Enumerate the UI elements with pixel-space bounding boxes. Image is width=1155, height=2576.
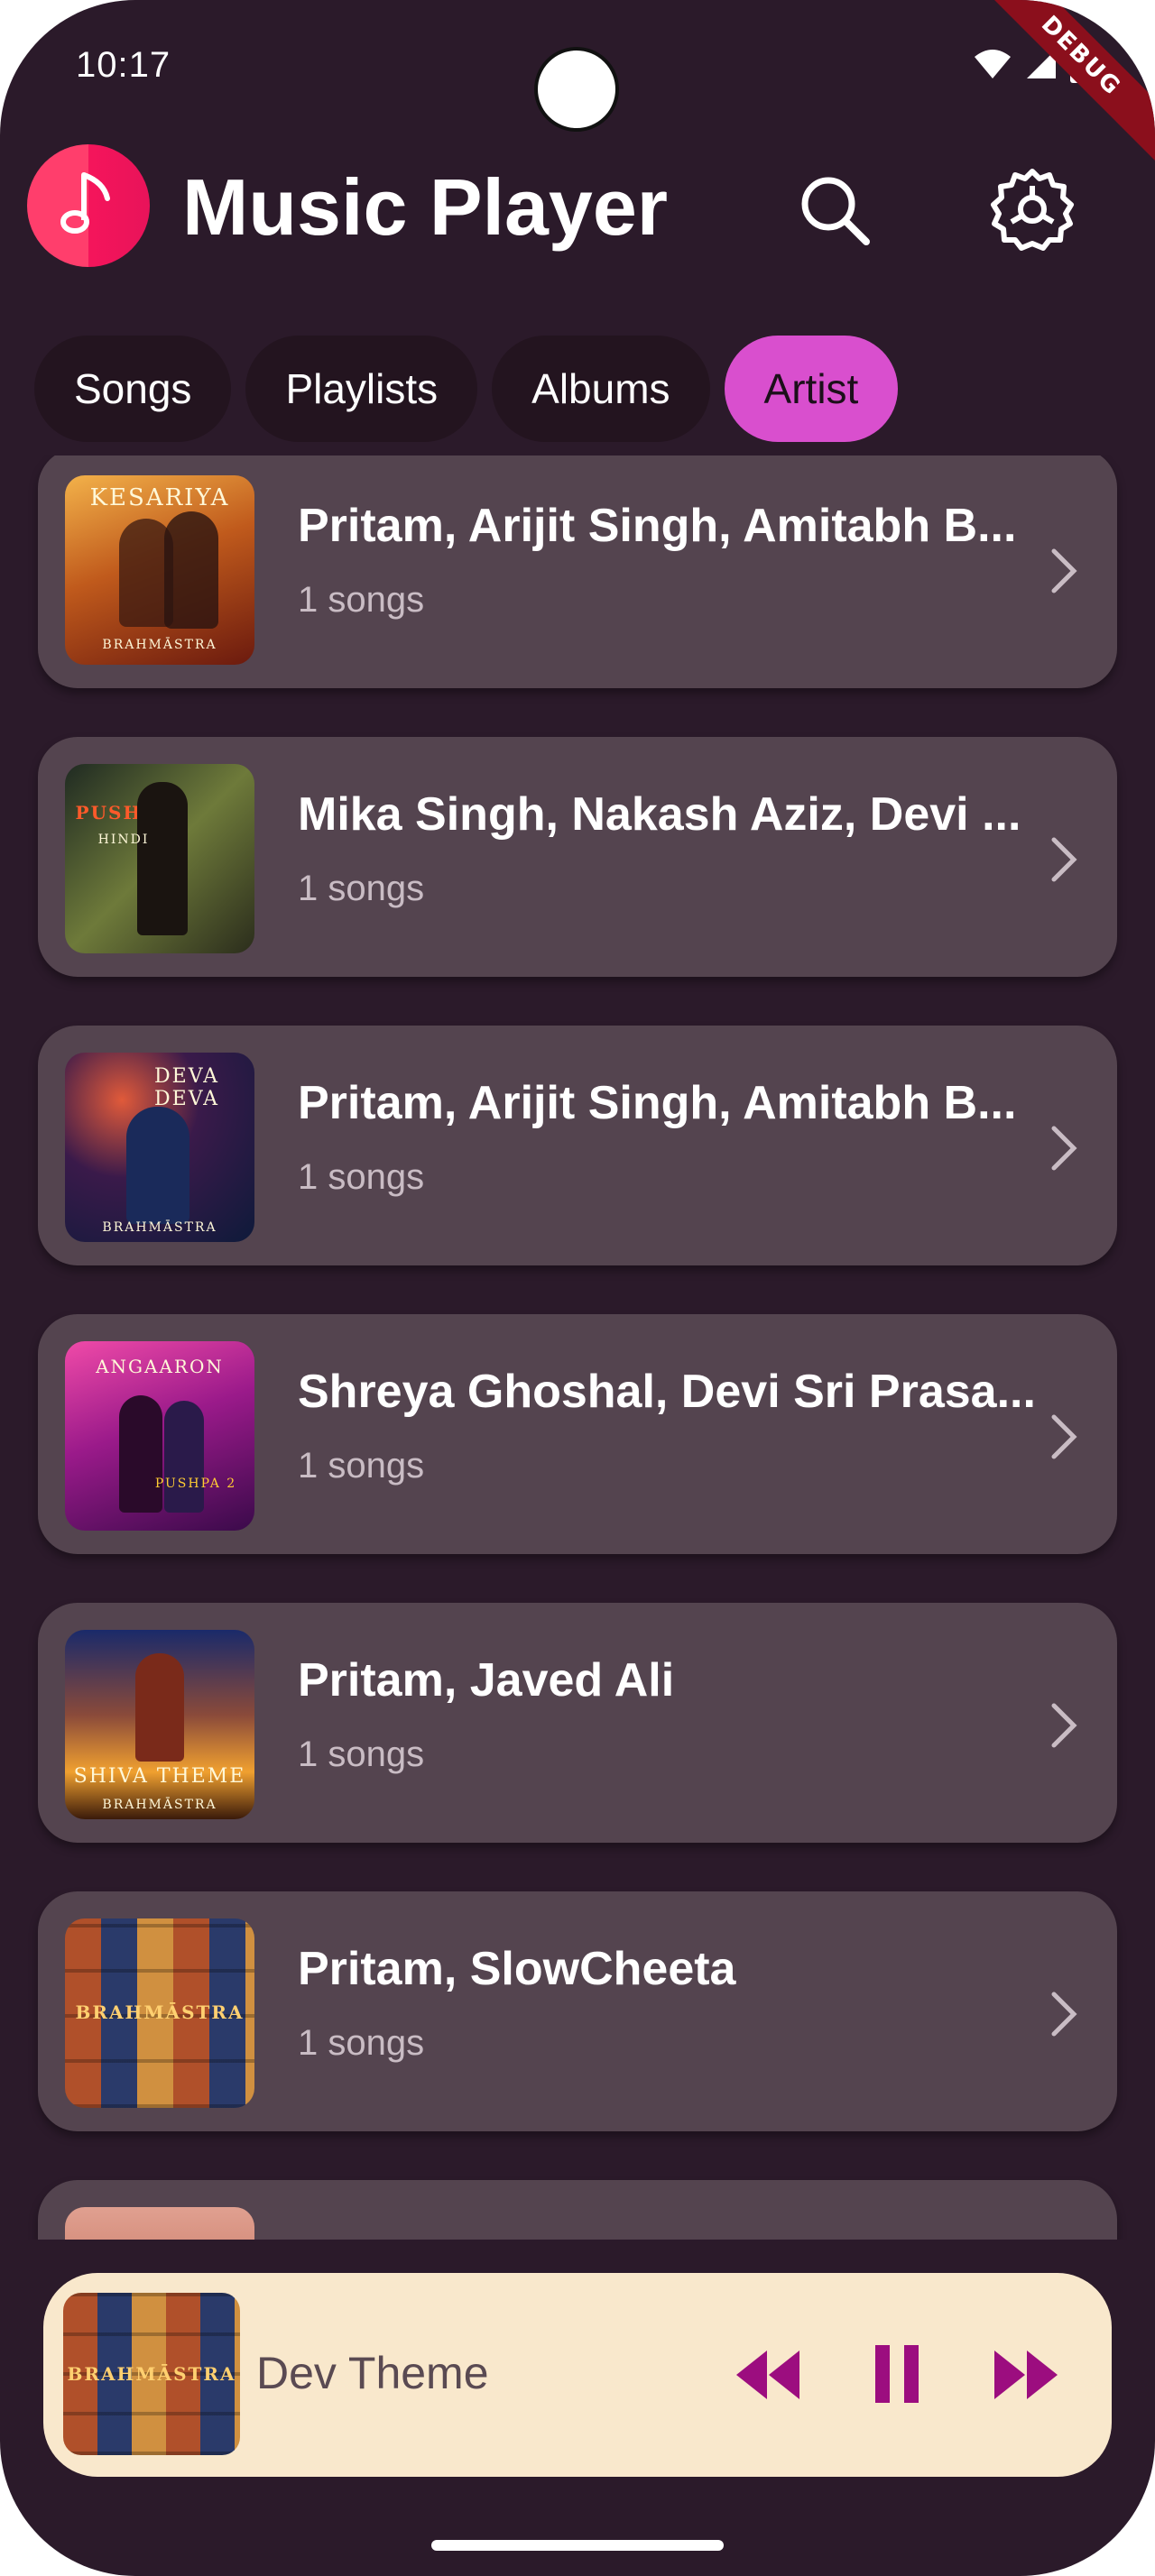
album-art: BRAHMĀSTRA: [65, 1918, 254, 2108]
song-count: 1 songs: [298, 1157, 425, 1197]
artist-list-item-partial[interactable]: [38, 2180, 1117, 2240]
tab-bar: Songs Playlists Albums Artist: [34, 336, 899, 442]
camera-cutout: [534, 47, 619, 132]
home-indicator[interactable]: [431, 2540, 724, 2551]
pause-icon: [875, 2345, 919, 2403]
artist-list-item[interactable]: ANGAARON PUSHPA 2 Shreya Ghoshal, Devi S…: [38, 1314, 1117, 1554]
artist-list-item[interactable]: KESARIYA BRAHMĀSTRA Pritam, Arijit Singh…: [38, 455, 1117, 688]
album-art: SHIVA THEME BRAHMĀSTRA: [65, 1630, 254, 1819]
song-count: 1 songs: [298, 1446, 425, 1486]
app-logo: [27, 144, 150, 267]
artist-list-item[interactable]: SHIVA THEME BRAHMĀSTRA Pritam, Javed Ali…: [38, 1603, 1117, 1843]
chevron-right-icon: [1051, 1992, 1077, 2037]
album-art: [65, 2207, 254, 2240]
artist-list-item[interactable]: DEVA DEVA BRAHMĀSTRA Pritam, Arijit Sing…: [38, 1026, 1117, 1265]
gear-icon: [991, 169, 1074, 251]
album-art: KESARIYA BRAHMĀSTRA: [65, 475, 254, 665]
wifi-icon: [975, 50, 1011, 78]
album-art: ANGAARON PUSHPA 2: [65, 1341, 254, 1531]
rewind-icon: [736, 2351, 799, 2399]
artist-list[interactable]: KESARIYA BRAHMĀSTRA Pritam, Arijit Singh…: [0, 455, 1155, 2240]
chevron-right-icon: [1051, 1414, 1077, 1459]
tab-albums[interactable]: Albums: [492, 336, 710, 442]
chevron-right-icon: [1051, 1126, 1077, 1171]
pause-button[interactable]: [872, 2343, 922, 2405]
search-button[interactable]: [794, 170, 875, 251]
artist-list-item[interactable]: PUSHPA HINDI Mika Singh, Nakash Aziz, De…: [38, 737, 1117, 977]
settings-button[interactable]: [989, 166, 1076, 253]
artist-name: Pritam, Javed Ali: [298, 1654, 675, 1707]
status-bar: 10:17 DEBUG: [0, 0, 1155, 174]
now-playing-art: BRAHMĀSTRA: [63, 2293, 240, 2455]
chevron-right-icon: [1051, 548, 1077, 593]
song-count: 1 songs: [298, 580, 425, 620]
artist-name: Shreya Ghoshal, Devi Sri Prasa...: [298, 1366, 1036, 1418]
song-count: 1 songs: [298, 869, 425, 908]
now-playing-title: Dev Theme: [256, 2348, 489, 2398]
song-count: 1 songs: [298, 1734, 425, 1774]
fast-forward-button[interactable]: [991, 2345, 1063, 2405]
tab-artist[interactable]: Artist: [724, 336, 899, 442]
fast-forward-icon: [994, 2351, 1058, 2399]
artist-name: Pritam, SlowCheeta: [298, 1943, 736, 1995]
chevron-right-icon: [1051, 837, 1077, 882]
app-title: Music Player: [182, 162, 669, 252]
chevron-right-icon: [1051, 1703, 1077, 1748]
tab-songs[interactable]: Songs: [34, 336, 232, 442]
mini-player[interactable]: BRAHMĀSTRA Dev Theme: [43, 2273, 1112, 2477]
phone-screen: 10:17 DEBUG Music Player Songs Playlists…: [0, 0, 1155, 2576]
search-icon: [801, 177, 870, 245]
artist-name: Pritam, Arijit Singh, Amitabh B...: [298, 1077, 1017, 1129]
music-note-icon: [60, 172, 110, 234]
app-bar: Music Player: [0, 135, 1155, 325]
artist-name: Pritam, Arijit Singh, Amitabh B...: [298, 500, 1017, 552]
artist-list-item[interactable]: BRAHMĀSTRA Pritam, SlowCheeta 1 songs: [38, 1891, 1117, 2131]
song-count: 1 songs: [298, 2023, 425, 2063]
rewind-button[interactable]: [731, 2345, 803, 2405]
tab-playlists[interactable]: Playlists: [245, 336, 478, 442]
album-art: PUSHPA HINDI: [65, 764, 254, 953]
artist-name: Mika Singh, Nakash Aziz, Devi ...: [298, 788, 1021, 841]
album-art: DEVA DEVA BRAHMĀSTRA: [65, 1053, 254, 1242]
status-time: 10:17: [76, 45, 171, 85]
